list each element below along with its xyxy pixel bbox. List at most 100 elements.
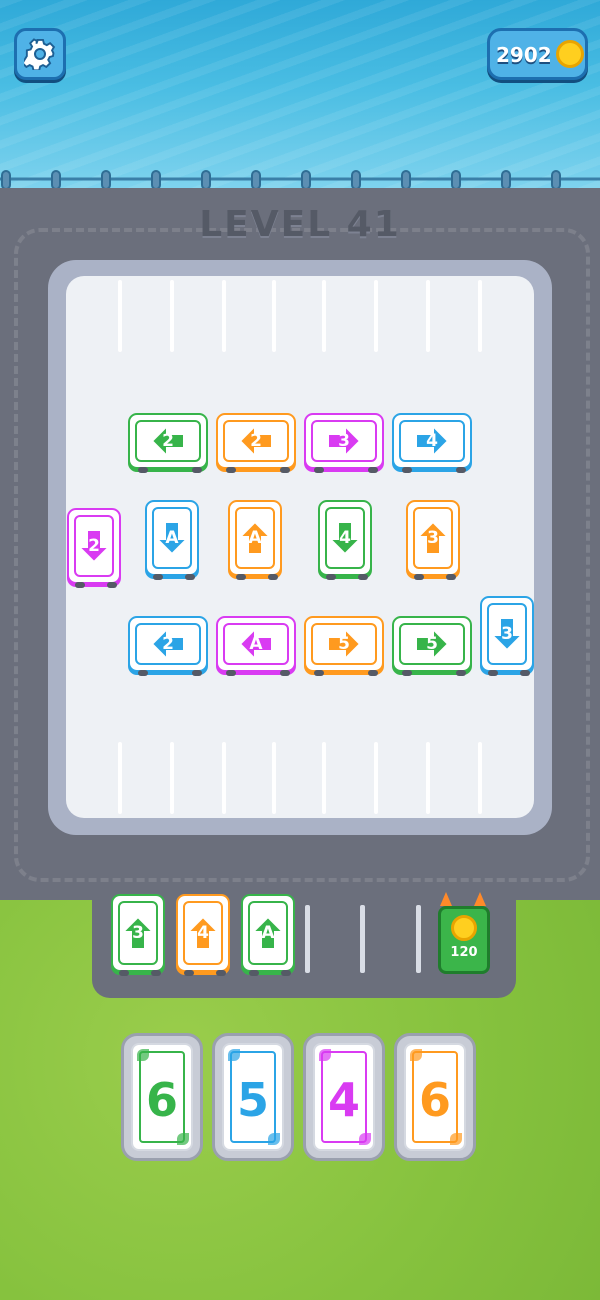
parked-car[interactable]: 4	[318, 500, 372, 580]
car-wheel	[249, 970, 259, 976]
car-body: 3	[413, 507, 453, 569]
parked-car[interactable]: 5	[392, 616, 472, 676]
car-wheel	[414, 574, 424, 580]
car-wheel	[520, 670, 530, 676]
card-decoration-icon	[410, 1049, 422, 1061]
coin-icon	[556, 40, 584, 68]
car-label: 2	[250, 431, 262, 451]
parking-line	[118, 280, 122, 352]
car-wheel	[138, 467, 148, 473]
card-slot[interactable]: 5	[212, 1033, 294, 1161]
car-body: 4	[325, 507, 365, 569]
car-wheel	[226, 467, 236, 473]
parked-car[interactable]: 3	[304, 413, 384, 473]
card-number: 6	[145, 1073, 178, 1127]
car-wheel	[236, 574, 246, 580]
parking-line	[374, 280, 378, 352]
car-wheel	[358, 574, 368, 580]
parking-line	[374, 742, 378, 814]
car-wheel	[184, 970, 194, 976]
car-label: 2	[162, 431, 174, 451]
card-number: 4	[327, 1073, 360, 1127]
car-label: 3	[427, 528, 439, 548]
parked-car[interactable]: 2	[128, 616, 208, 676]
car-label: 4	[426, 431, 438, 451]
number-card[interactable]: 6	[131, 1043, 193, 1151]
card-decoration-icon	[228, 1049, 240, 1061]
car-body: 5	[399, 623, 465, 665]
parked-car[interactable]: 4	[392, 413, 472, 473]
parking-line	[426, 280, 430, 352]
car-label: A	[248, 528, 262, 548]
bonus-slot-button[interactable]: 120	[438, 906, 490, 974]
car-body: 2	[74, 515, 114, 577]
car-label: 3	[132, 923, 144, 943]
car-wheel	[314, 670, 324, 676]
parking-line	[222, 280, 226, 352]
parking-line	[170, 280, 174, 352]
car-wheel	[185, 574, 195, 580]
car-body: 3	[118, 901, 158, 965]
parked-car[interactable]: 2	[128, 413, 208, 473]
car-wheel	[368, 670, 378, 676]
parking-line	[478, 280, 482, 352]
card-slot[interactable]: 6	[121, 1033, 203, 1161]
queue-car[interactable]: 4	[176, 894, 230, 976]
parked-car[interactable]: A	[145, 500, 199, 580]
car-wheel	[368, 467, 378, 473]
card-number: 5	[236, 1073, 269, 1127]
car-body: 2	[135, 623, 201, 665]
car-body: 2	[135, 420, 201, 462]
settings-button[interactable]	[14, 28, 66, 80]
queue-slot-divider	[360, 905, 365, 973]
car-wheel	[456, 467, 466, 473]
parking-lot	[66, 276, 534, 818]
queue-car[interactable]: A	[241, 894, 295, 976]
card-slot[interactable]: 4	[303, 1033, 385, 1161]
car-wheel	[281, 970, 291, 976]
queue-slot-divider	[416, 905, 421, 973]
car-body: 4	[183, 901, 223, 965]
parked-car[interactable]: 3	[480, 596, 534, 676]
car-wheel	[402, 670, 412, 676]
card-decoration-icon	[359, 1133, 371, 1145]
coin-amount: 2902	[496, 43, 552, 67]
car-wheel	[192, 467, 202, 473]
car-wheel	[153, 574, 163, 580]
card-number: 6	[418, 1073, 451, 1127]
car-body: 2	[223, 420, 289, 462]
parked-car[interactable]: A	[228, 500, 282, 580]
parked-car[interactable]: 5	[304, 616, 384, 676]
car-wheel	[402, 467, 412, 473]
coin-counter: 2902	[487, 28, 588, 80]
car-label: A	[249, 634, 263, 654]
car-wheel	[119, 970, 129, 976]
number-card[interactable]: 5	[222, 1043, 284, 1151]
card-decoration-icon	[319, 1049, 331, 1061]
car-wheel	[488, 670, 498, 676]
car-body: 3	[487, 603, 527, 665]
car-wheel	[75, 582, 85, 588]
bonus-cost: 120	[450, 945, 478, 960]
parked-car[interactable]: 3	[406, 500, 460, 580]
number-card[interactable]: 4	[313, 1043, 375, 1151]
parking-line	[170, 742, 174, 814]
car-body: 3	[311, 420, 377, 462]
car-wheel	[280, 467, 290, 473]
parked-car[interactable]: 2	[216, 413, 296, 473]
number-card[interactable]: 6	[404, 1043, 466, 1151]
car-wheel	[446, 574, 456, 580]
car-body: A	[235, 507, 275, 569]
game-scene: LEVEL 41 2902 2 2 3 4 2 A A 4 3 2 A 5 5 3 3 4 A 120 6 5 4…	[0, 0, 600, 1300]
car-body: 5	[311, 623, 377, 665]
car-label: 5	[338, 634, 350, 654]
parking-line	[322, 280, 326, 352]
car-label: 4	[339, 528, 351, 548]
traffic-cone-icon	[440, 892, 486, 906]
parked-car[interactable]: 2	[67, 508, 121, 588]
car-label: 3	[338, 431, 350, 451]
parked-car[interactable]: A	[216, 616, 296, 676]
queue-slot-divider	[305, 905, 310, 973]
queue-car[interactable]: 3	[111, 894, 165, 976]
card-slot[interactable]: 6	[394, 1033, 476, 1161]
